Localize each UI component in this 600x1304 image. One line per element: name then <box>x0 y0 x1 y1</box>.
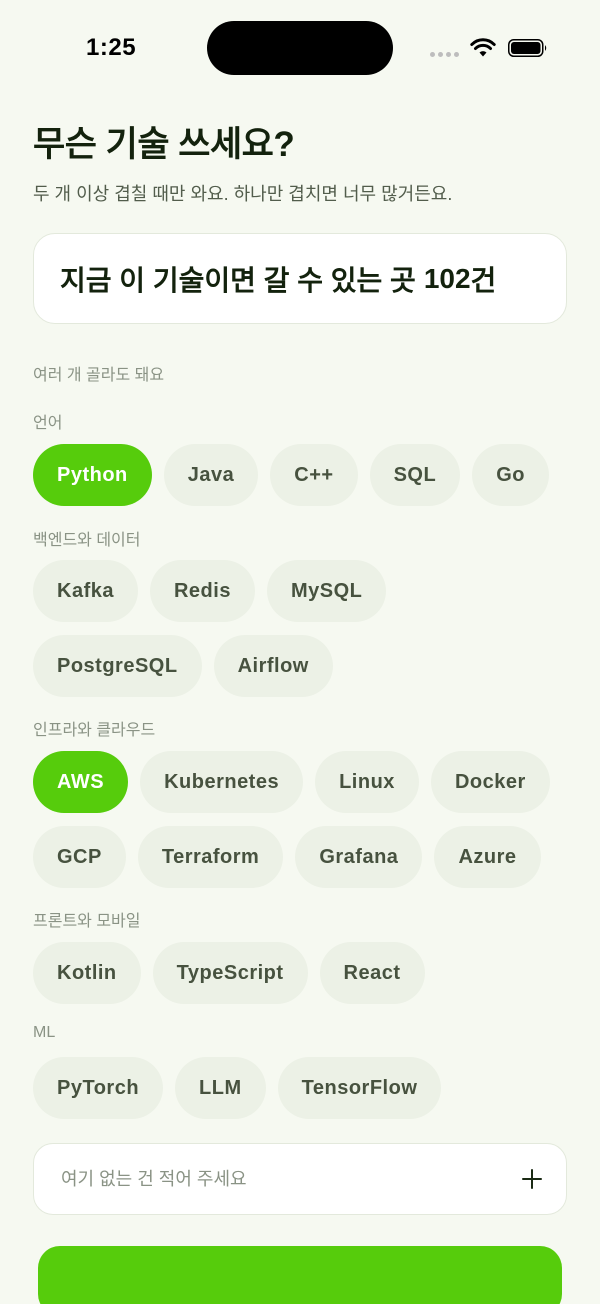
chip-gcp[interactable]: GCP <box>33 826 126 888</box>
add-skill-plus-icon[interactable] <box>520 1167 544 1191</box>
group-label-ml: ML <box>33 1024 56 1041</box>
match-count-number: 102 <box>423 262 471 294</box>
wifi-icon <box>470 38 496 57</box>
chip-go[interactable]: Go <box>472 444 549 506</box>
chip-grafana[interactable]: Grafana <box>295 826 423 888</box>
chip-llm[interactable]: LLM <box>175 1057 266 1119</box>
status-time: 1:25 <box>86 34 137 61</box>
chip-react[interactable]: React <box>319 942 425 1004</box>
group-label-backend-data: 백엔드와 데이터 <box>33 532 141 549</box>
chip-redis[interactable]: Redis <box>149 560 255 622</box>
custom-skill-input[interactable] <box>61 1168 520 1190</box>
chip-terraform[interactable]: Terraform <box>137 826 284 888</box>
match-count-card: 지금 이 기술이면 갈 수 있는 곳 102 건 <box>33 233 567 324</box>
chip-python[interactable]: Python <box>33 444 152 506</box>
continue-button[interactable] <box>38 1246 562 1304</box>
cellular-signal-icon <box>430 52 459 57</box>
chip-java[interactable]: Java <box>163 444 259 506</box>
page-subtitle: 두 개 이상 겹칠 때만 와요. 하나만 겹치면 너무 많거든요. <box>33 184 453 204</box>
chip-typescript[interactable]: TypeScript <box>152 942 308 1004</box>
chip-azure[interactable]: Azure <box>434 826 541 888</box>
chip-kafka[interactable]: Kafka <box>33 560 138 622</box>
dynamic-island <box>207 21 393 75</box>
chip-postgresql[interactable]: PostgreSQL <box>33 635 202 697</box>
chip-airflow[interactable]: Airflow <box>213 635 333 697</box>
screen: 1:25 무슨 기술 쓰세요? 두 개 이상 겹칠 때만 와요. 하나만 겹치면… <box>0 0 600 1304</box>
chip-kubernetes[interactable]: Kubernetes <box>140 751 304 813</box>
status-bar: 1:25 <box>0 0 600 96</box>
group-label-frontend-mobile: 프론트와 모바일 <box>33 913 141 930</box>
battery-icon <box>508 39 547 57</box>
group-label-infra-cloud: 인프라와 클라우드 <box>33 722 156 739</box>
chip-pytorch[interactable]: PyTorch <box>33 1057 164 1119</box>
chip-docker[interactable]: Docker <box>430 751 550 813</box>
chip-linux[interactable]: Linux <box>315 751 419 813</box>
chip-tensorflow[interactable]: TensorFlow <box>277 1057 442 1119</box>
group-label-languages: 언어 <box>33 415 63 432</box>
match-count-suffix: 건 <box>470 264 497 296</box>
match-count-prefix: 지금 이 기술이면 갈 수 있는 곳 <box>60 264 416 296</box>
page-title: 무슨 기술 쓰세요? <box>33 125 295 164</box>
chip-kotlin[interactable]: Kotlin <box>33 942 141 1004</box>
chip-cpp[interactable]: C++ <box>270 444 358 506</box>
chip-sql[interactable]: SQL <box>369 444 461 506</box>
chip-aws[interactable]: AWS <box>33 751 129 813</box>
multi-select-hint: 여러 개 골라도 돼요 <box>33 367 165 384</box>
chip-mysql[interactable]: MySQL <box>266 560 387 622</box>
custom-skill-field[interactable] <box>33 1143 567 1215</box>
